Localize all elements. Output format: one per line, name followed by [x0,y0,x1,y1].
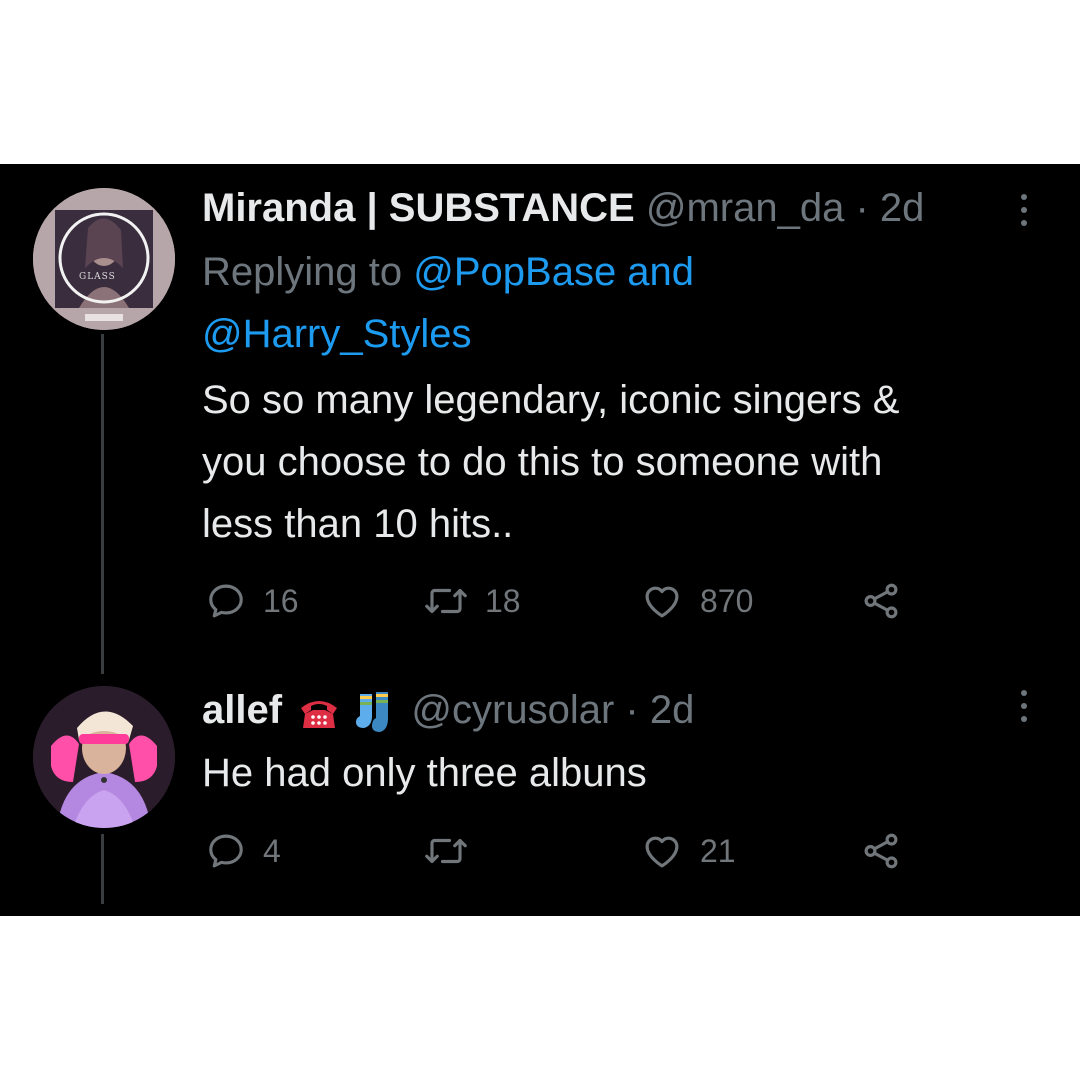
avatar-caption: GLASS [79,272,116,282]
reply-count: 16 [263,582,299,619]
share-button[interactable] [860,580,902,622]
retweet-icon [425,588,467,614]
retweet-count: 18 [485,582,521,619]
display-name[interactable]: Miranda | SUBSTANCE [202,186,635,230]
mention-harry-styles[interactable]: @Harry_Styles [202,312,472,356]
replying-prefix: Replying to [202,250,414,294]
timestamp[interactable]: 2d [880,186,925,230]
socks-emoji [356,692,389,733]
like-icon [645,836,679,868]
replying-to: Replying to @PopBase and [202,241,694,303]
reply-icon [209,834,243,868]
tweet-text-line: you choose to do this to someone with [202,440,883,484]
reply-button[interactable]: 16 [205,580,299,622]
like-count: 870 [700,582,754,619]
tweet-text: So so many legendary, iconic singers & y… [202,369,1022,555]
avatar-image [33,686,175,828]
tweet-header: allef @cyrusolar · 2d [202,686,694,734]
thread-line [101,834,104,904]
replying-to-line-2: @Harry_Styles [202,303,472,365]
telephone-emoji [301,701,338,729]
like-button[interactable]: 21 [640,830,736,872]
retweet-button[interactable] [423,830,485,872]
share-icon [864,833,898,869]
like-button[interactable]: 870 [640,580,753,622]
mention-join: and [616,250,695,294]
tweet-text: He had only three albuns [202,742,1022,804]
avatar[interactable] [33,686,175,828]
tweet-text-line: So so many legendary, iconic singers & [202,378,900,422]
avatar-image [33,188,175,330]
tweet-text-line: He had only three albuns [202,751,647,795]
reply-button[interactable]: 4 [205,830,281,872]
separator: · [614,688,650,732]
tweet-thread: GLASS Miranda | SUBSTANCE @mran_da · 2d … [0,164,1080,916]
more-icon[interactable] [1018,690,1030,722]
thread-line [101,334,104,674]
timestamp[interactable]: 2d [650,688,695,732]
mention-popbase[interactable]: @PopBase [413,250,616,294]
retweet-icon [425,838,467,864]
handle[interactable]: @mran_da [646,186,844,230]
separator: · [844,186,880,230]
handle[interactable]: @cyrusolar [411,688,614,732]
reply-count: 4 [263,832,281,869]
next-tweet-peek [202,908,462,916]
reply-icon [209,584,243,618]
more-icon[interactable] [1018,194,1030,226]
like-icon [645,586,679,618]
share-button[interactable] [860,830,902,872]
avatar[interactable]: GLASS [33,188,175,330]
like-count: 21 [700,832,736,869]
tweet-header: Miranda | SUBSTANCE @mran_da · 2d [202,184,924,232]
retweet-button[interactable]: 18 [423,580,521,622]
display-name[interactable]: allef [202,688,282,732]
share-icon [864,583,898,619]
tweet-text-line: less than 10 hits.. [202,502,514,546]
